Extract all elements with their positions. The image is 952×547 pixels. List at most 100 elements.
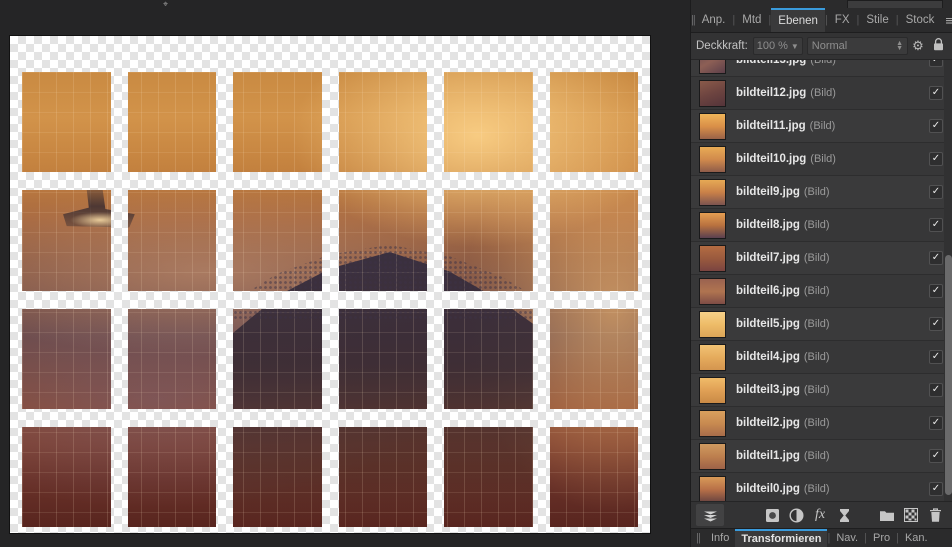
image-tile[interactable]	[22, 308, 111, 409]
layer-thumbnail[interactable]	[699, 244, 726, 272]
layer-thumbnail[interactable]	[699, 79, 726, 107]
opacity-input[interactable]: 100 % ▼	[752, 37, 803, 55]
image-tile[interactable]	[444, 426, 533, 527]
blend-mode-select[interactable]: Normal ▲ ▼	[806, 37, 908, 55]
layer-visibility-checkbox[interactable]: ✓	[929, 251, 943, 265]
layer-row[interactable]: bildteil8.jpg (Bild) ✓	[691, 209, 952, 242]
document-canvas[interactable]	[10, 36, 650, 533]
layer-row[interactable]: bildteil9.jpg (Bild) ✓	[691, 176, 952, 209]
image-tile[interactable]	[338, 426, 427, 527]
scrollbar-thumb[interactable]	[945, 255, 952, 495]
bottom-tab-pro[interactable]: Pro	[867, 529, 896, 547]
add-group-icon[interactable]	[875, 504, 899, 526]
layer-row[interactable]: bildteil6.jpg (Bild) ✓	[691, 275, 952, 308]
layer-visibility-checkbox[interactable]: ✓	[929, 185, 943, 199]
layer-thumbnail[interactable]	[699, 475, 726, 501]
add-filter-icon[interactable]	[832, 504, 856, 526]
image-tile[interactable]	[338, 190, 427, 291]
lock-icon[interactable]	[928, 38, 948, 54]
image-tile[interactable]	[444, 308, 533, 409]
layer-row[interactable]: bildteil0.jpg (Bild) ✓	[691, 473, 952, 501]
image-tile[interactable]	[549, 426, 638, 527]
layer-thumbnail[interactable]	[699, 178, 726, 206]
layer-thumbnail[interactable]	[699, 376, 726, 404]
image-tile[interactable]	[233, 426, 322, 527]
image-tile[interactable]	[127, 190, 216, 291]
image-tile[interactable]	[444, 72, 533, 173]
gear-icon[interactable]: ⚙	[908, 38, 928, 54]
add-adjustment-icon[interactable]	[784, 504, 808, 526]
image-tile[interactable]	[549, 308, 638, 409]
layer-thumbnail[interactable]	[699, 211, 726, 239]
image-tile[interactable]	[22, 426, 111, 527]
layer-visibility-checkbox[interactable]: ✓	[929, 317, 943, 331]
add-fx-icon[interactable]: fx	[808, 504, 832, 526]
layer-visibility-checkbox[interactable]: ✓	[929, 218, 943, 232]
canvas-area[interactable]: ⌖	[0, 0, 690, 547]
image-tile[interactable]	[233, 190, 322, 291]
chevron-down-icon[interactable]: ▼	[791, 42, 799, 51]
stepper-icon[interactable]: ▲ ▼	[896, 40, 903, 52]
bottom-tab-kan[interactable]: Kan.	[899, 529, 934, 547]
layer-row[interactable]: bildteil4.jpg (Bild) ✓	[691, 341, 952, 374]
layer-row[interactable]: bildteil13.jpg(Bild) ✓	[691, 60, 952, 77]
layer-row[interactable]: bildteil2.jpg (Bild) ✓	[691, 407, 952, 440]
layer-row[interactable]: bildteil1.jpg (Bild) ✓	[691, 440, 952, 473]
layer-thumbnail[interactable]	[699, 310, 726, 338]
layer-visibility-checkbox[interactable]: ✓	[929, 350, 943, 364]
layer-row[interactable]: bildteil5.jpg (Bild) ✓	[691, 308, 952, 341]
image-tile[interactable]	[444, 190, 533, 291]
layers-toolbar[interactable]: fx	[691, 501, 952, 528]
image-tile[interactable]	[233, 72, 322, 173]
add-pixel-layer-icon[interactable]	[899, 504, 923, 526]
bottom-tab-nav[interactable]: Nav.	[830, 529, 864, 547]
bottom-panel-drag-grip[interactable]: ||	[691, 529, 705, 547]
layer-visibility-checkbox[interactable]: ✓	[929, 383, 943, 397]
tab-mtd[interactable]: Mtd	[735, 8, 768, 32]
image-tile[interactable]	[127, 308, 216, 409]
layer-thumbnail[interactable]	[699, 442, 726, 470]
layer-visibility-checkbox[interactable]: ✓	[929, 482, 943, 496]
bottom-tab-transformieren[interactable]: Transformieren	[735, 529, 828, 547]
stepper-down-icon[interactable]: ▼	[896, 45, 903, 52]
image-tile[interactable]	[127, 426, 216, 527]
image-tile[interactable]	[233, 308, 322, 409]
layer-visibility-checkbox[interactable]: ✓	[929, 284, 943, 298]
layer-visibility-checkbox[interactable]: ✓	[929, 449, 943, 463]
panel-menu-icon[interactable]: ≡	[941, 8, 952, 32]
image-tile[interactable]	[22, 190, 111, 291]
layer-thumbnail[interactable]	[699, 277, 726, 305]
layers-scrollbar[interactable]	[944, 60, 952, 501]
layer-stack-button[interactable]	[696, 504, 724, 526]
tab-anp[interactable]: Anp.	[695, 8, 733, 32]
image-tile[interactable]	[22, 72, 111, 173]
image-tile[interactable]	[127, 72, 216, 173]
image-tile[interactable]	[549, 72, 638, 173]
layer-visibility-checkbox[interactable]: ✓	[929, 86, 943, 100]
image-tile[interactable]	[338, 308, 427, 409]
layer-row[interactable]: bildteil10.jpg (Bild) ✓	[691, 143, 952, 176]
add-mask-icon[interactable]	[760, 504, 784, 526]
tab-ebenen[interactable]: Ebenen	[771, 8, 825, 32]
layer-thumbnail[interactable]	[699, 112, 726, 140]
layer-thumbnail[interactable]	[699, 409, 726, 437]
panel-tabbar[interactable]: || Anp. | Mtd | Ebenen | FX | Stile | Stock ≡	[691, 8, 952, 33]
layer-thumbnail[interactable]	[699, 60, 726, 74]
layers-list[interactable]: bildteil13.jpg(Bild)✓bildteil12.jpg(Bild…	[691, 60, 952, 501]
layer-visibility-checkbox[interactable]: ✓	[929, 119, 943, 133]
delete-layer-icon[interactable]	[923, 504, 947, 526]
tab-stock[interactable]: Stock	[899, 8, 942, 32]
tab-stile[interactable]: Stile	[859, 8, 895, 32]
layer-row[interactable]: bildteil7.jpg (Bild) ✓	[691, 242, 952, 275]
bottom-panel-tabbar[interactable]: || Info Transformieren | Nav. | Pro | Kan.	[691, 528, 952, 547]
layer-row[interactable]: bildteil12.jpg (Bild) ✓	[691, 77, 952, 110]
image-tile[interactable]	[549, 190, 638, 291]
bottom-tab-info[interactable]: Info	[705, 529, 735, 547]
layer-row[interactable]: bildteil3.jpg (Bild) ✓	[691, 374, 952, 407]
layer-thumbnail[interactable]	[699, 343, 726, 371]
layer-visibility-checkbox[interactable]: ✓	[929, 416, 943, 430]
layer-visibility-checkbox[interactable]: ✓	[929, 152, 943, 166]
tab-fx[interactable]: FX	[828, 8, 857, 32]
layer-visibility-checkbox[interactable]: ✓	[929, 60, 943, 67]
layer-row[interactable]: bildteil11.jpg (Bild) ✓	[691, 110, 952, 143]
